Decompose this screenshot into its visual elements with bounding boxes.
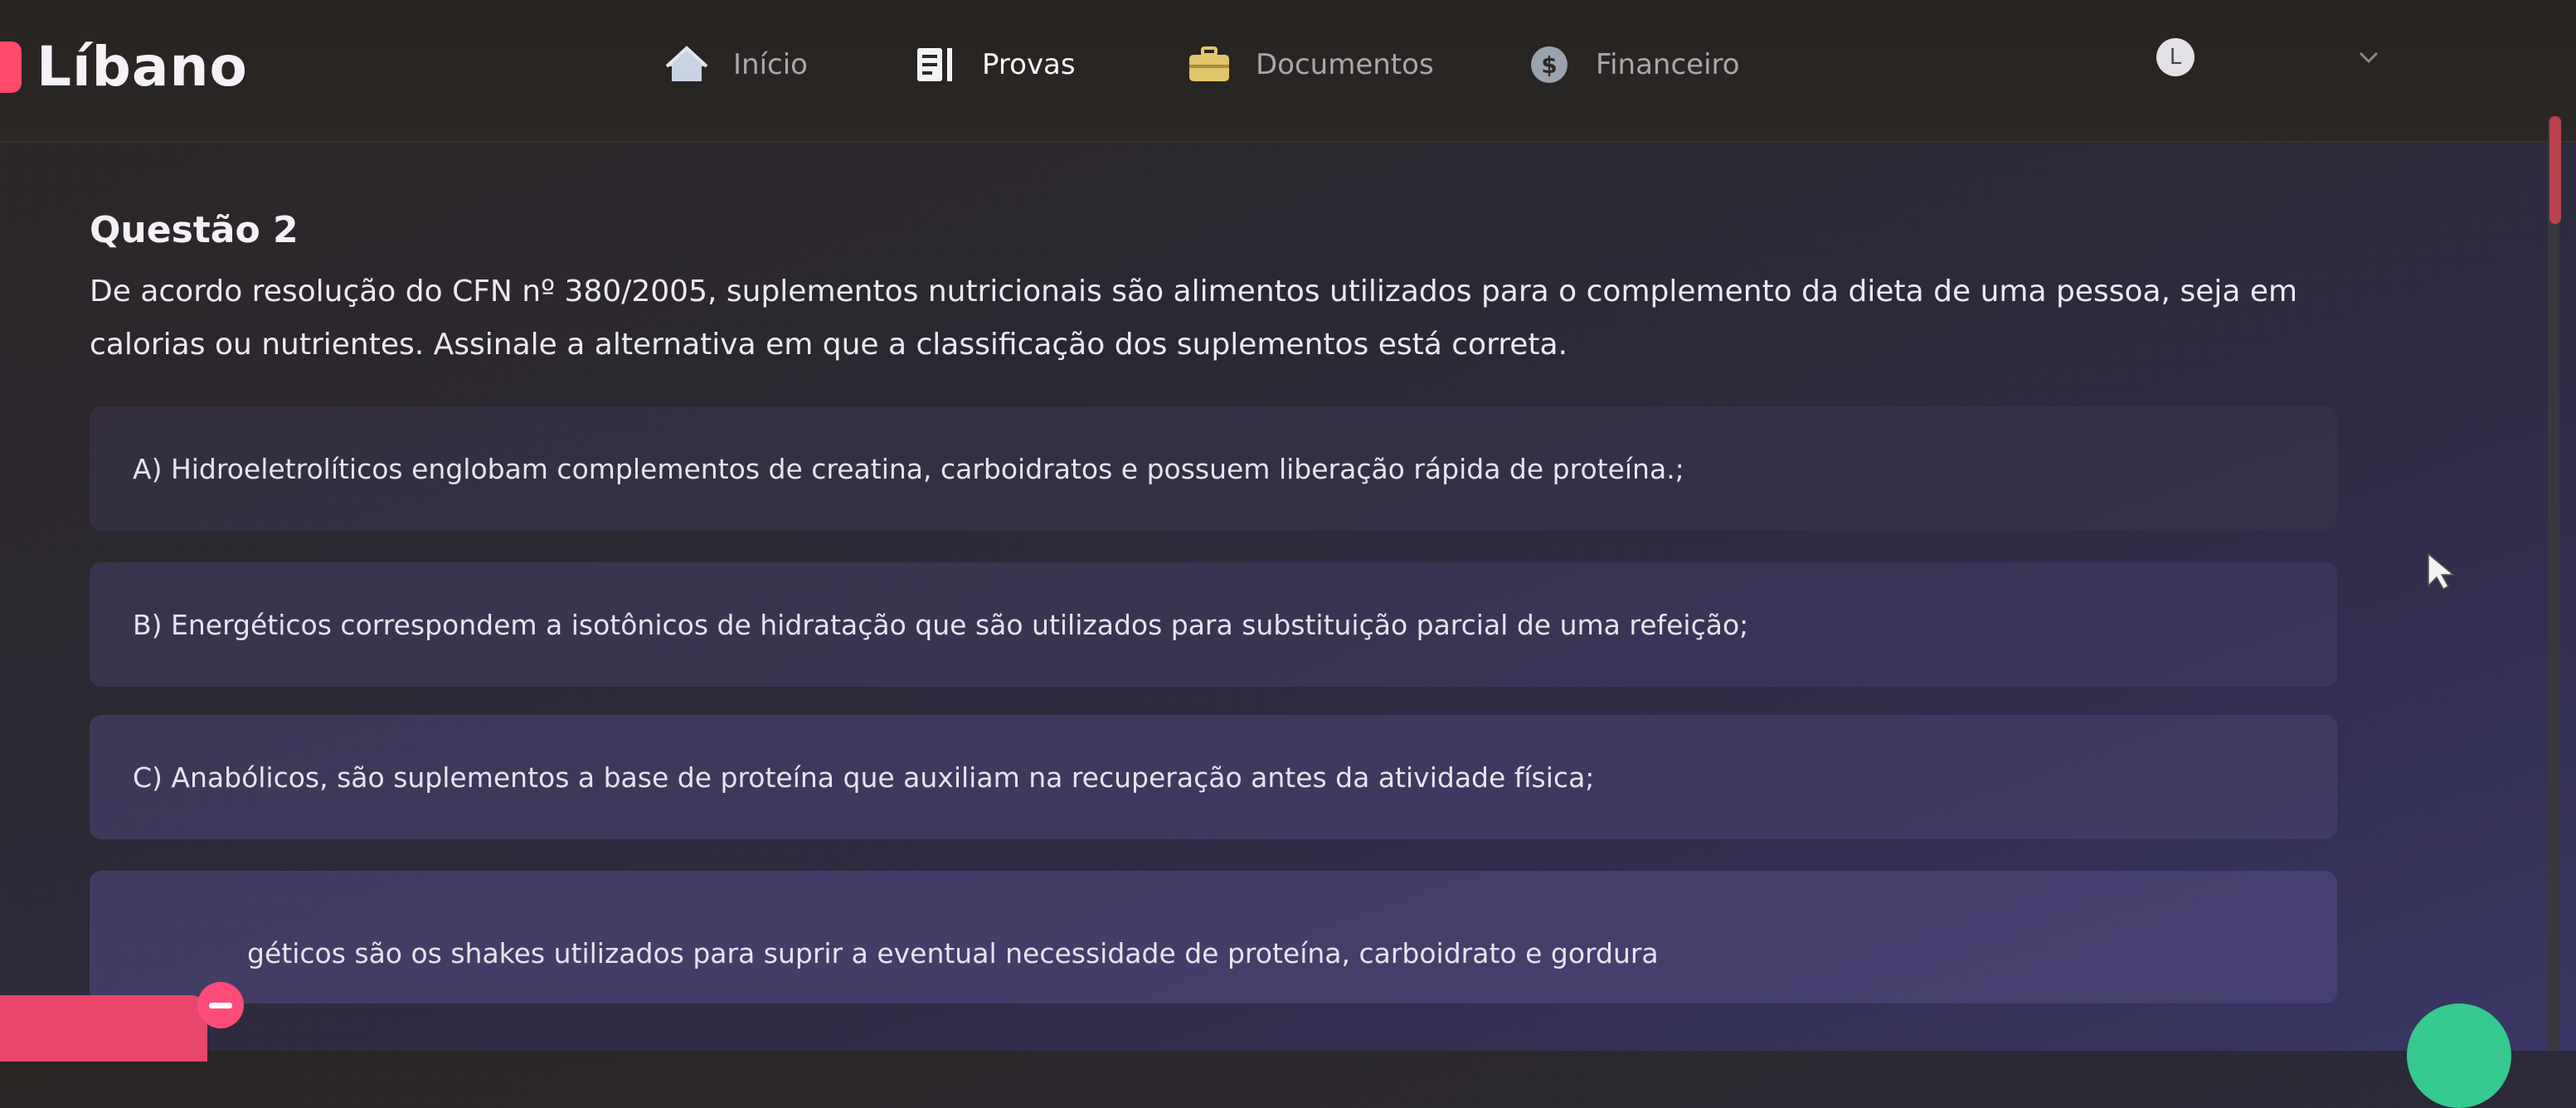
briefcase-icon — [1189, 46, 1229, 81]
dollar-coin-icon: $ — [1531, 46, 1567, 83]
brand-logo[interactable]: Líbano — [0, 35, 248, 99]
exam-icon — [917, 48, 952, 81]
chat-fab-button[interactable] — [2407, 1004, 2511, 1108]
alternative-c[interactable]: C) Anabólicos, são suplementos a base de… — [90, 715, 2337, 839]
nav-label-documentos: Documentos — [1256, 48, 1434, 81]
question-text: De acordo resolução do CFN nº 380/2005, … — [90, 275, 2298, 362]
alternative-d-text: géticos são os shakes utilizados para su… — [247, 937, 1659, 970]
svg-text:$: $ — [1541, 51, 1557, 79]
avatar[interactable]: L — [2156, 38, 2194, 76]
question-title: Questão 2 — [90, 209, 299, 251]
alternative-b-text: B) Energéticos correspondem a isotônicos… — [133, 608, 1749, 641]
nav-item-financeiro[interactable]: $ Financeiro — [1526, 41, 1740, 88]
top-navigation-bar: Líbano Início Provas Documentos $ Financ… — [0, 0, 2576, 143]
nav-item-inicio[interactable]: Início — [663, 41, 808, 88]
nav-item-provas[interactable]: Provas — [912, 41, 1076, 88]
nav-label-provas: Provas — [982, 48, 1076, 81]
alternative-b[interactable]: B) Energéticos correspondem a isotônicos… — [90, 562, 2337, 687]
minimize-icon[interactable] — [197, 982, 244, 1028]
alternative-c-text: C) Anabólicos, são suplementos a base de… — [133, 761, 1595, 794]
nav-item-documentos[interactable]: Documentos — [1186, 41, 1434, 88]
chevron-down-icon[interactable] — [2352, 45, 2385, 70]
nav-label-financeiro: Financeiro — [1596, 48, 1740, 81]
mouse-cursor-icon — [2428, 552, 2455, 590]
brand-name: Líbano — [36, 35, 248, 99]
brand-mark-icon — [0, 41, 22, 93]
home-icon — [665, 46, 708, 81]
alternative-a-text: A) Hidroeletrolíticos englobam complemen… — [133, 452, 1684, 485]
nav-label-inicio: Início — [733, 48, 808, 81]
floating-pink-tab[interactable] — [0, 995, 207, 1062]
user-menu[interactable]: L — [2156, 38, 2385, 76]
alternative-a[interactable]: A) Hidroeletrolíticos englobam complemen… — [90, 406, 2337, 531]
scrollbar-thumb[interactable] — [2549, 116, 2561, 224]
scrollbar-track[interactable] — [2548, 116, 2559, 1051]
alternative-d[interactable]: géticos são os shakes utilizados para su… — [90, 871, 2337, 1004]
